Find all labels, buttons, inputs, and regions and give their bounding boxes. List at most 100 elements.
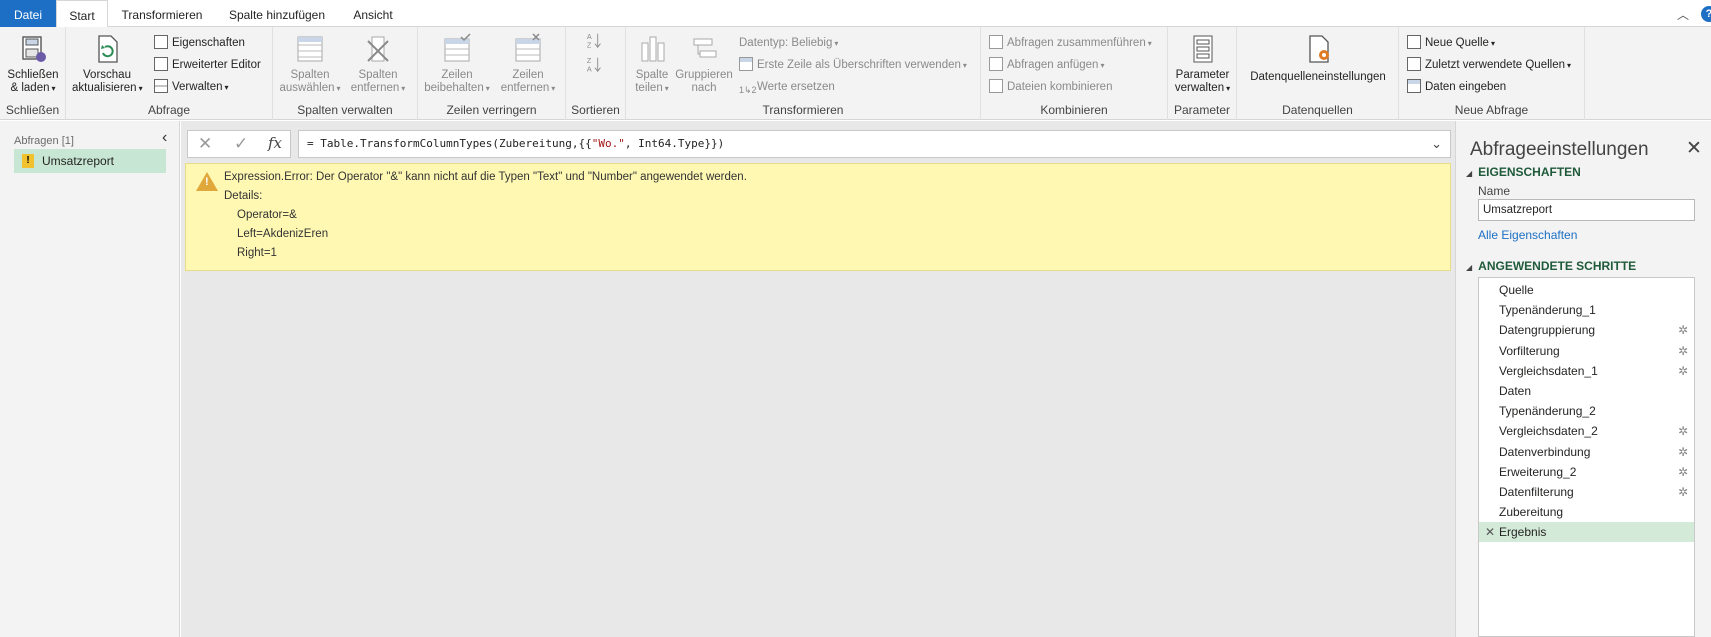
applied-step[interactable]: ✕ Ergebnis	[1479, 522, 1694, 543]
collapse-queries-icon[interactable]: ‹	[162, 129, 167, 147]
new-source-button[interactable]: Neue Quelle ▾	[1407, 34, 1495, 52]
group-by-label1: Gruppieren	[675, 69, 733, 81]
save-close-icon	[22, 36, 46, 62]
first-row-headers-icon	[739, 57, 753, 71]
group-label-sortieren: Sortieren	[571, 103, 620, 117]
applied-step[interactable]: Vorfilterung ✲	[1479, 341, 1694, 361]
applied-step[interactable]: Daten	[1479, 381, 1694, 401]
applied-step[interactable]: Vergleichsdaten_2 ✲	[1479, 421, 1694, 441]
fx-icon[interactable]: fx	[268, 134, 282, 152]
applied-step[interactable]: Erweiterung_2 ✲	[1479, 462, 1694, 482]
datasource-settings-button[interactable]: Datenquelleneinstellungen	[1243, 33, 1393, 84]
recent-sources-button[interactable]: Zuletzt verwendete Quellen ▾	[1407, 56, 1571, 74]
cancel-formula-icon[interactable]: ✕	[198, 134, 212, 154]
properties-button[interactable]: Eigenschaften	[154, 34, 245, 52]
all-properties-link[interactable]: Alle Eigenschaften	[1478, 228, 1577, 242]
group-sortieren: A Z Z A Sortieren	[566, 27, 626, 120]
remove-columns-label2: entfernen ▾	[350, 82, 406, 94]
split-column-button[interactable]: Spalte teilen ▾	[630, 33, 674, 95]
sort-ascending-icon[interactable]: A Z	[586, 32, 604, 50]
formula-bar[interactable]: = Table.TransformColumnTypes(Zubereitung…	[298, 130, 1451, 158]
step-settings-gear-icon[interactable]: ✲	[1678, 320, 1688, 340]
applied-steps-header[interactable]: ◢ ANGEWENDETE SCHRITTE	[1466, 259, 1636, 273]
tab-transformieren[interactable]: Transformieren	[112, 0, 212, 27]
error-details-label: Details:	[224, 190, 263, 202]
group-by-icon	[693, 38, 717, 58]
step-settings-gear-icon[interactable]: ✲	[1678, 421, 1688, 441]
remove-columns-button[interactable]: Spalten entfernen ▾	[345, 33, 411, 95]
choose-columns-label2: auswählen ▾	[279, 82, 341, 94]
error-detail-right: Right=1	[237, 247, 277, 259]
tab-start[interactable]: Start	[56, 0, 108, 28]
remove-rows-icon	[515, 33, 541, 62]
svg-text:Z: Z	[587, 40, 592, 49]
remove-columns-icon	[367, 36, 389, 62]
remove-columns-label1: Spalten	[358, 69, 398, 81]
new-source-icon	[1407, 35, 1421, 49]
step-settings-gear-icon[interactable]: ✲	[1678, 361, 1688, 381]
step-settings-gear-icon[interactable]: ✲	[1678, 341, 1688, 361]
keep-rows-label1: Zeilen	[441, 69, 473, 81]
step-settings-gear-icon[interactable]: ✲	[1678, 482, 1688, 502]
first-row-headers-button[interactable]: Erste Zeile als Überschriften verwenden ▾	[739, 56, 967, 74]
step-settings-gear-icon[interactable]: ✲	[1678, 442, 1688, 462]
manage-button[interactable]: Verwalten ▾	[154, 78, 229, 96]
advanced-editor-button[interactable]: Erweiterter Editor	[154, 56, 261, 74]
applied-step[interactable]: Vergleichsdaten_1 ✲	[1479, 361, 1694, 381]
delete-step-icon[interactable]: ✕	[1485, 522, 1495, 542]
split-column-icon	[641, 36, 665, 62]
close-icon[interactable]: ✕	[1686, 137, 1702, 160]
choose-columns-button[interactable]: Spalten auswählen ▾	[277, 33, 343, 95]
query-item-umsatzreport[interactable]: ! Umsatzreport	[14, 149, 166, 173]
table-icon	[1407, 79, 1421, 93]
step-settings-gear-icon[interactable]: ✲	[1678, 462, 1688, 482]
tab-ansicht[interactable]: Ansicht	[342, 0, 404, 27]
manage-parameters-label1: Parameter	[1175, 69, 1230, 81]
applied-step[interactable]: Datengruppierung ✲	[1479, 320, 1694, 340]
warning-icon: !	[22, 154, 34, 168]
keep-rows-icon	[444, 33, 471, 62]
refresh-label1: Vorschau	[83, 69, 131, 81]
group-label-spalten-verwalten: Spalten verwalten	[297, 103, 393, 117]
commit-formula-icon[interactable]: ✓	[234, 134, 248, 154]
merge-queries-button[interactable]: Abfragen zusammenführen ▾	[989, 34, 1152, 52]
applied-step[interactable]: Typenänderung_2	[1479, 401, 1694, 421]
datatype-dropdown[interactable]: Datentyp: Beliebig ▾	[739, 34, 838, 52]
tab-spalte-hinzufuegen[interactable]: Spalte hinzufügen	[218, 0, 336, 27]
group-label-transformieren: Transformieren	[762, 103, 844, 117]
parameters-icon	[1193, 35, 1212, 63]
properties-section-header[interactable]: ◢ EIGENSCHAFTEN	[1466, 165, 1581, 179]
remove-rows-button[interactable]: Zeilen entfernen ▾	[494, 33, 562, 95]
keep-rows-button[interactable]: Zeilen beibehalten ▾	[422, 33, 492, 95]
close-load-button[interactable]: Schließen & laden ▾	[2, 33, 64, 95]
tab-datei[interactable]: Datei	[0, 0, 56, 27]
query-name-input[interactable]: Umsatzreport	[1478, 199, 1695, 221]
applied-step[interactable]: Datenfilterung ✲	[1479, 482, 1694, 502]
manage-parameters-button[interactable]: Parameter verwalten ▾	[1170, 33, 1235, 95]
svg-text:A: A	[587, 64, 592, 73]
group-label-schliessen: Schließen	[5, 103, 60, 117]
formula-prefix: = Table.TransformColumnTypes(Zubereitung…	[307, 137, 592, 150]
expand-formula-icon[interactable]: ⌄	[1431, 131, 1442, 157]
applied-step[interactable]: Datenverbindung ✲	[1479, 442, 1694, 462]
sort-descending-icon[interactable]: Z A	[586, 56, 604, 74]
combine-files-button[interactable]: Dateien kombinieren	[989, 78, 1112, 96]
group-by-button[interactable]: Gruppieren nach	[674, 33, 734, 95]
replace-values-button[interactable]: 1↳2Werte ersetzen	[739, 78, 835, 96]
query-item-label: Umsatzreport	[42, 154, 115, 168]
help-icon[interactable]: ?	[1701, 6, 1711, 22]
main-area: ✕ ✓ fx = Table.TransformColumnTypes(Zube…	[181, 121, 1455, 637]
refresh-preview-button[interactable]: Vorschau aktualisieren ▾	[72, 33, 143, 95]
enter-data-button[interactable]: Daten eingeben	[1407, 78, 1506, 96]
applied-step[interactable]: Typenänderung_1	[1479, 300, 1694, 320]
properties-icon	[154, 35, 168, 49]
append-queries-button[interactable]: Abfragen anfügen ▾	[989, 56, 1104, 74]
keep-rows-label2: beibehalten ▾	[424, 82, 490, 94]
query-settings-pane: Abfrageeinstellungen ✕ ◢ EIGENSCHAFTEN Na…	[1455, 121, 1711, 637]
refresh-icon	[98, 35, 118, 63]
applied-step[interactable]: Quelle	[1479, 280, 1694, 300]
choose-columns-label1: Spalten	[290, 69, 330, 81]
formula-controls: ✕ ✓ fx	[187, 130, 291, 158]
applied-step[interactable]: Zubereitung	[1479, 502, 1694, 522]
collapse-ribbon-icon[interactable]: ︿	[1677, 6, 1689, 23]
